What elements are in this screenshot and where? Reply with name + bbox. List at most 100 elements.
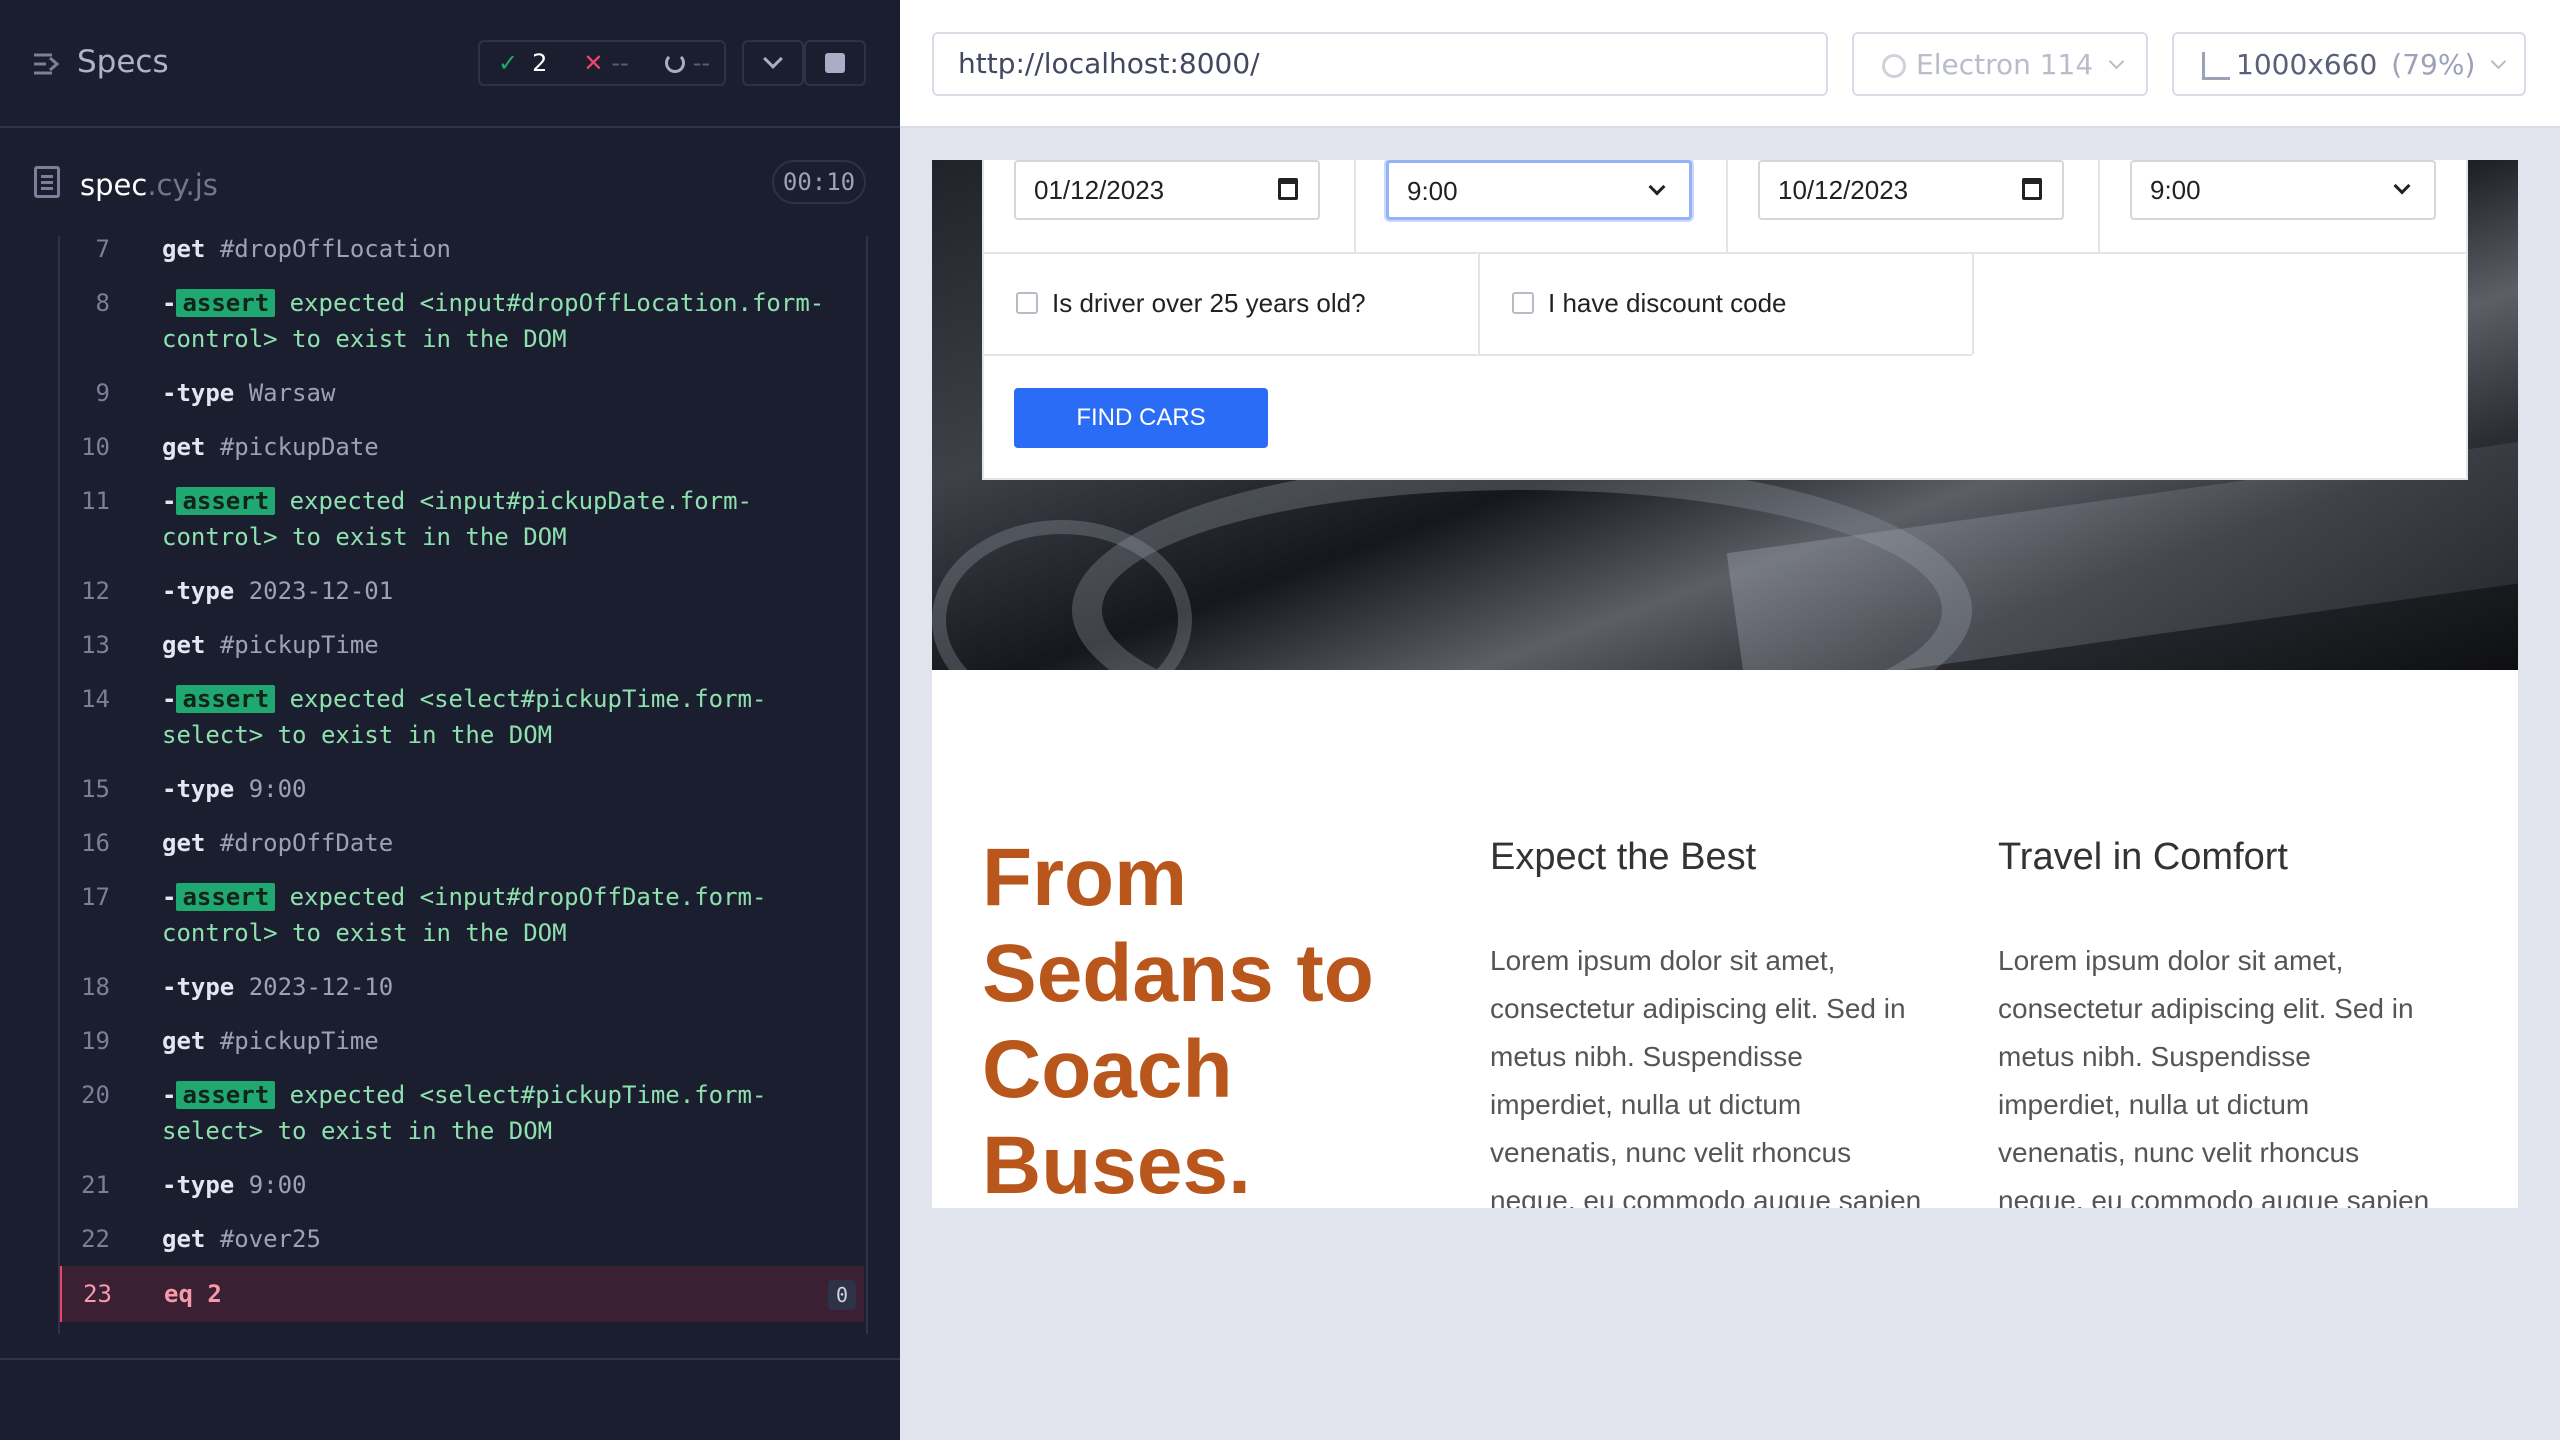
specs-title[interactable]: Specs	[77, 44, 169, 80]
command-body: -type 2023-12-10	[162, 969, 862, 1005]
child-dash: -	[162, 973, 177, 1001]
command-row[interactable]: 20 - assert expected <select#pickupTime.fo…	[60, 1068, 866, 1158]
command-row[interactable]: 8 - assert expected <input#dropOffLocation…	[60, 276, 866, 366]
duration-timer: 00:10	[772, 160, 866, 204]
command-number: 9	[95, 379, 110, 407]
command-number: 14	[81, 685, 110, 713]
command-row[interactable]: 21 -type 9:00	[60, 1158, 866, 1212]
chevron-down-icon	[1648, 178, 1666, 196]
x-icon: ✕	[583, 49, 604, 77]
command-number: 13	[81, 631, 110, 659]
command-row[interactable]: 18 -type 2023-12-10	[60, 960, 866, 1014]
command-row[interactable]: 19 get #pickupTime	[60, 1014, 866, 1068]
over25-checkbox[interactable]	[1016, 292, 1038, 314]
command-name: type	[176, 775, 235, 803]
col2-title: Travel in Comfort	[1998, 836, 2288, 878]
url-bar[interactable]: http://localhost:8000/	[932, 32, 1828, 96]
assert-badge: assert	[176, 1081, 276, 1109]
viewport-size: 1000x660	[2236, 47, 2378, 81]
command-number: 10	[81, 433, 110, 461]
assert-badge: assert	[176, 883, 276, 911]
reporter-header: Specs ✓ 2 ✕ -- --	[0, 0, 900, 128]
command-number: 19	[81, 1027, 110, 1055]
command-log[interactable]: 7 get #dropOffLocation 8 - assert expected <…	[58, 236, 868, 1334]
check-icon: ✓	[498, 49, 519, 77]
electron-icon	[1882, 54, 1906, 78]
command-number: 8	[95, 289, 110, 317]
command-row[interactable]: 11 - assert expected <input#pickupDate.for…	[60, 474, 866, 564]
reporter-panel: Specs ✓ 2 ✕ -- -- spec.cy.js 00:10 7 get …	[0, 0, 900, 1440]
command-row[interactable]: 7 get #dropOffLocation	[60, 236, 866, 276]
dropoff-date-value: 10/12/2023	[1778, 175, 1909, 205]
command-number: 17	[81, 883, 110, 911]
command-row[interactable]: 16 get #dropOffDate	[60, 816, 866, 870]
command-row[interactable]: 9 -type Warsaw	[60, 366, 866, 420]
run-stats: ✓ 2 ✕ -- --	[478, 40, 726, 86]
command-row[interactable]: 23 eq 20	[60, 1266, 864, 1322]
calendar-icon[interactable]	[1278, 178, 1298, 200]
failed-count: --	[611, 49, 629, 77]
spec-ext: .cy.js	[147, 168, 218, 202]
command-message: #over25	[219, 1225, 321, 1253]
command-message: 9:00	[248, 1171, 307, 1199]
command-number: 22	[81, 1225, 110, 1253]
command-message: 2023-12-01	[248, 577, 394, 605]
collapse-button[interactable]	[742, 40, 804, 86]
calendar-icon[interactable]	[2022, 178, 2042, 200]
child-dash: -	[162, 577, 177, 605]
command-body: -type 9:00	[162, 1167, 862, 1203]
discount-checkbox[interactable]	[1512, 292, 1534, 314]
command-number: 16	[81, 829, 110, 857]
command-body: get #dropOffDate	[162, 825, 862, 861]
child-dash: -	[162, 487, 177, 515]
aut-panel: http://localhost:8000/ Electron 114 1000…	[900, 0, 2560, 1440]
pending-count: --	[692, 49, 711, 77]
command-body: - assert expected <input#dropOffLocation.…	[162, 285, 862, 357]
chevron-down-icon	[2108, 53, 2125, 69]
command-row[interactable]: 22 get #over25	[60, 1212, 866, 1266]
browser-label: Electron 114	[1916, 47, 2094, 81]
command-name: eq	[164, 1280, 193, 1308]
chevron-down-icon	[763, 49, 783, 69]
dropoff-time-value: 9:00	[2150, 175, 2201, 205]
stop-button[interactable]	[804, 40, 866, 86]
viewport-selector[interactable]: 1000x660 (79%)	[2172, 32, 2526, 96]
over25-label: Is driver over 25 years old?	[1052, 288, 1366, 318]
command-row[interactable]: 10 get #pickupDate	[60, 420, 866, 474]
assert-badge: assert	[176, 487, 276, 515]
pickup-time-select[interactable]: 9:00	[1386, 160, 1692, 220]
command-message: #dropOffLocation	[219, 236, 451, 263]
child-dash: -	[162, 775, 177, 803]
find-cars-button[interactable]: FIND CARS	[1014, 388, 1268, 448]
command-row[interactable]: 14 - assert expected <select#pickupTime.fo…	[60, 672, 866, 762]
command-name: get	[162, 1225, 206, 1253]
command-row[interactable]: 15 -type 9:00	[60, 762, 866, 816]
pickup-date-input[interactable]: 01/12/2023	[1014, 160, 1320, 220]
browser-selector[interactable]: Electron 114	[1852, 32, 2148, 96]
command-number: 15	[81, 775, 110, 803]
chevron-down-icon	[2393, 177, 2411, 195]
command-name: type	[176, 1171, 235, 1199]
command-message: 2023-12-10	[248, 973, 394, 1001]
specs-icon	[34, 53, 60, 75]
command-body: - assert expected <input#pickupDate.form-…	[162, 483, 862, 555]
command-row[interactable]: 17 - assert expected <input#dropOffDate.fo…	[60, 870, 866, 960]
command-name: type	[176, 973, 235, 1001]
command-message: #pickupDate	[219, 433, 379, 461]
child-dash: -	[162, 289, 177, 317]
command-name: type	[176, 577, 235, 605]
command-body: get #dropOffLocation	[162, 236, 862, 267]
col2-text: Lorem ipsum dolor sit amet, consectetur …	[1998, 945, 2430, 1208]
app-frame: 01/12/2023 9:00 10/12/2023 9:00 Is drive…	[932, 160, 2518, 1208]
viewport-scale: (79%)	[2391, 47, 2476, 81]
command-row[interactable]: 13 get #pickupTime	[60, 618, 866, 672]
dropoff-time-select[interactable]: 9:00	[2130, 160, 2436, 220]
spec-name: spec	[80, 168, 148, 202]
headline: From Sedans to Coach Buses.	[982, 832, 1374, 1208]
dropoff-date-input[interactable]: 10/12/2023	[1758, 160, 2064, 220]
command-name: get	[162, 236, 206, 263]
spec-file-name[interactable]: spec.cy.js	[80, 168, 218, 202]
command-row[interactable]: 12 -type 2023-12-01	[60, 564, 866, 618]
child-dash: -	[162, 1081, 177, 1109]
aut-header: http://localhost:8000/ Electron 114 1000…	[900, 0, 2560, 128]
